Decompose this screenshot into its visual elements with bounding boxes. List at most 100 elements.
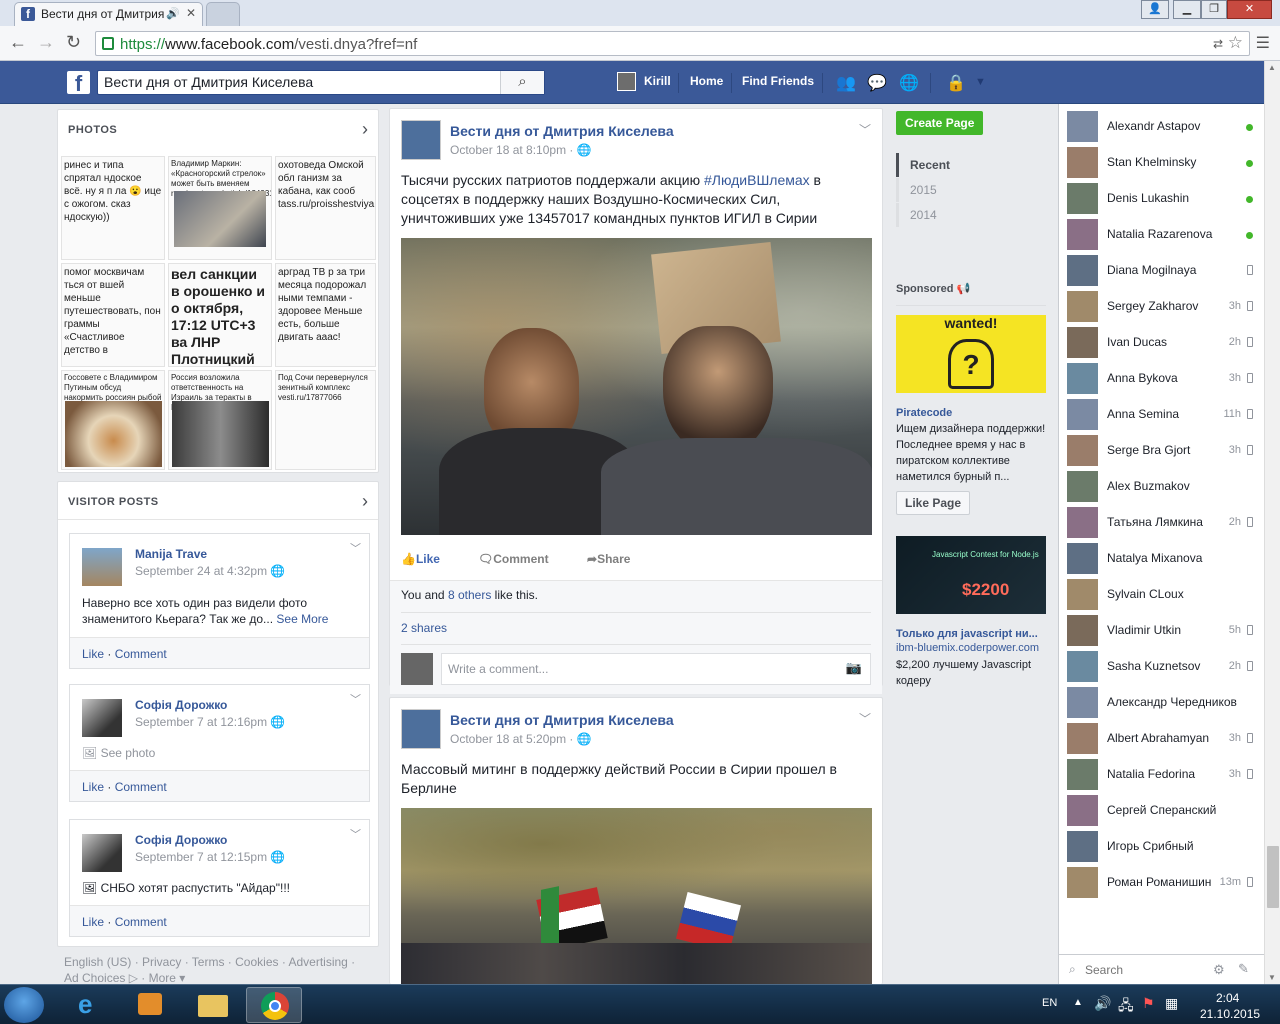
chat-contact[interactable]: Sergey Zakharov 3h <box>1067 289 1263 323</box>
likes-others-link[interactable]: 8 others <box>448 588 491 602</box>
page-scrollbar[interactable]: ▲ ▼ <box>1264 61 1280 984</box>
gear-icon[interactable]: ⚙ <box>1213 962 1225 978</box>
scroll-up-icon[interactable]: ▲ <box>1268 63 1276 72</box>
visitor-post-author[interactable]: Manija Trave <box>135 547 207 561</box>
browser-menu-icon[interactable]: ☰ <box>1256 33 1270 53</box>
timeline-year-2014[interactable]: 2014 <box>896 203 1046 227</box>
photo-thumb[interactable]: помог москвичам ться от вшей меньше путе… <box>61 263 165 367</box>
chat-contact[interactable]: Игорь Срибный <box>1067 829 1263 863</box>
see-more-link[interactable]: See More <box>276 612 328 626</box>
show-hidden-icons-icon[interactable]: ▲ <box>1073 997 1083 1008</box>
facebook-search-input[interactable] <box>98 71 498 93</box>
post-photo[interactable] <box>401 808 872 985</box>
share-button[interactable]: ➦ Share <box>587 552 630 566</box>
avatar[interactable] <box>82 699 122 737</box>
comment-link[interactable]: Comment <box>115 647 167 661</box>
photo-thumb[interactable]: ринес и типа спрятал ндоское всё. ну я п… <box>61 156 165 260</box>
address-bar[interactable]: https://www.facebook.com/vesti.dnya?fref… <box>95 31 1250 56</box>
chevron-down-icon[interactable]: ﹀ <box>350 540 361 556</box>
chevron-down-icon[interactable]: ﹀ <box>859 710 871 727</box>
timeline-year-recent[interactable]: Recent <box>896 153 1046 177</box>
visitor-post-time[interactable]: September 7 at 12:16pm 🌐 <box>135 715 285 729</box>
post-timestamp[interactable]: October 18 at 8:10pm · 🌐 <box>450 143 592 157</box>
page-avatar[interactable] <box>401 709 441 749</box>
comment-button[interactable]: 🗨 Comment <box>478 552 549 566</box>
new-tab-button[interactable] <box>206 2 240 26</box>
hashtag-link[interactable]: #ЛюдиВШлемах <box>704 172 810 188</box>
post-photo[interactable] <box>401 238 872 535</box>
internet-explorer-icon[interactable]: e <box>62 987 118 1023</box>
file-explorer-icon[interactable] <box>184 987 240 1023</box>
scroll-down-icon[interactable]: ▼ <box>1268 973 1276 982</box>
create-page-button[interactable]: Create Page <box>896 111 984 135</box>
comment-link[interactable]: Comment <box>115 915 167 929</box>
visitor-post-time[interactable]: September 24 at 4:32pm 🌐 <box>135 564 285 578</box>
see-photo-link[interactable]: 🖼 See photo <box>82 745 362 761</box>
chat-contact[interactable]: Serge Bra Gjort 3h <box>1067 433 1263 467</box>
profile-link[interactable]: Kirill <box>644 74 671 88</box>
page-name-link[interactable]: Вести дня от Дмитрия Киселева <box>450 712 674 728</box>
chat-contact[interactable]: Alex Buzmakov <box>1067 469 1263 503</box>
photo-thumb[interactable]: Под Сочи перевернулся зенитный комплекс … <box>275 370 376 470</box>
forward-arrow-icon[interactable]: → <box>37 32 55 53</box>
language-indicator[interactable]: EN <box>1042 997 1057 1009</box>
photo-thumb[interactable]: Россия возложила ответственность на Изра… <box>168 370 272 470</box>
notifications-globe-icon[interactable]: 🌐 <box>899 73 919 93</box>
bookmark-star-icon[interactable]: ☆ <box>1228 33 1243 53</box>
chrome-taskbar-icon[interactable] <box>246 987 302 1023</box>
photo-thumb[interactable]: арград ТВ р за три месяца подорожал ными… <box>275 263 376 367</box>
like-page-button[interactable]: Like Page <box>896 491 971 515</box>
comment-link[interactable]: Comment <box>115 780 167 794</box>
new-message-icon[interactable]: ✎ <box>1238 961 1249 977</box>
chat-contact[interactable]: Роман Романишин 13m <box>1067 865 1263 899</box>
comment-box[interactable]: Write a comment... 📷 <box>441 653 871 685</box>
ad-title-link[interactable]: Piratecode <box>896 407 1046 419</box>
chat-contact[interactable]: Александр Чередников <box>1067 685 1263 719</box>
reload-icon[interactable]: ↻ <box>66 32 81 53</box>
privacy-shortcuts-icon[interactable]: 🔒 <box>946 73 966 93</box>
chat-contact[interactable]: Anna Bykova 3h <box>1067 361 1263 395</box>
friend-requests-icon[interactable]: 👥 <box>836 73 856 93</box>
page-avatar[interactable] <box>401 120 441 160</box>
timeline-year-2015[interactable]: 2015 <box>896 178 1046 202</box>
photo-thumb[interactable]: Госсовете с Владимиром Путиным обсуд нак… <box>61 370 165 470</box>
chat-contact[interactable]: Alexandr Astapov <box>1067 109 1263 143</box>
avatar[interactable] <box>82 834 122 872</box>
chevron-down-icon[interactable]: ﹀ <box>350 691 361 707</box>
browser-tab-active[interactable]: f Вести дня от Дмитрия 🔊 ✕ <box>14 2 203 26</box>
media-player-icon[interactable] <box>122 987 178 1023</box>
facebook-logo-icon[interactable]: f <box>67 71 90 96</box>
chat-contact[interactable]: Sylvain CLoux <box>1067 577 1263 611</box>
windows-start-icon[interactable] <box>4 987 44 1023</box>
visitor-post-time[interactable]: September 7 at 12:15pm 🌐 <box>135 850 285 864</box>
find-friends-link[interactable]: Find Friends <box>742 74 814 88</box>
photo-thumb[interactable]: вел санкции в орошенко и о октября, 17:1… <box>168 263 272 367</box>
chat-contact[interactable]: Natalia Fedorina 3h <box>1067 757 1263 791</box>
visitor-post-author[interactable]: Софія Дорожко <box>135 698 227 712</box>
search-icon[interactable]: ⌕ <box>500 71 544 94</box>
back-arrow-icon[interactable]: ← <box>9 32 27 53</box>
ad-title-link[interactable]: Только для javascript ни... <box>896 628 1046 640</box>
chat-contact[interactable]: Anna Semina 11h <box>1067 397 1263 431</box>
photo-thumb[interactable]: охотоведа Омской обл ганизм за кабана, к… <box>275 156 376 260</box>
chat-contact[interactable]: Stan Khelminsky <box>1067 145 1263 179</box>
display-icon[interactable]: ▦ <box>1165 995 1178 1012</box>
close-window-icon[interactable]: ✕ <box>1227 0 1272 19</box>
avatar[interactable] <box>82 548 122 586</box>
chat-contact[interactable]: Ivan Ducas 2h <box>1067 325 1263 359</box>
chat-contact[interactable]: Albert Abrahamyan 3h <box>1067 721 1263 755</box>
ad-domain-link[interactable]: ibm-bluemix.coderpower.com <box>896 642 1046 654</box>
close-tab-icon[interactable]: ✕ <box>186 6 196 20</box>
ad-image[interactable]: Javascript Contest for Node.js $2200 <box>896 536 1046 614</box>
chevron-down-icon[interactable]: ﹀ <box>859 121 871 138</box>
photo-thumb[interactable]: Владимир Маркин: «Красногорский стрелок»… <box>168 156 272 260</box>
chat-search-input[interactable] <box>1085 961 1205 979</box>
volume-icon[interactable]: 🔊 <box>1094 995 1111 1012</box>
home-link[interactable]: Home <box>690 74 723 88</box>
clock-date[interactable]: 21.10.2015 <box>1200 1007 1260 1021</box>
chat-contact[interactable]: Diana Mogilnaya <box>1067 253 1263 287</box>
chat-contact[interactable]: Natalya Mixanova <box>1067 541 1263 575</box>
action-center-icon[interactable]: ⚑ <box>1142 995 1155 1012</box>
like-link[interactable]: Like <box>82 915 104 929</box>
chat-contact[interactable]: Татьяна Лямкина 2h <box>1067 505 1263 539</box>
